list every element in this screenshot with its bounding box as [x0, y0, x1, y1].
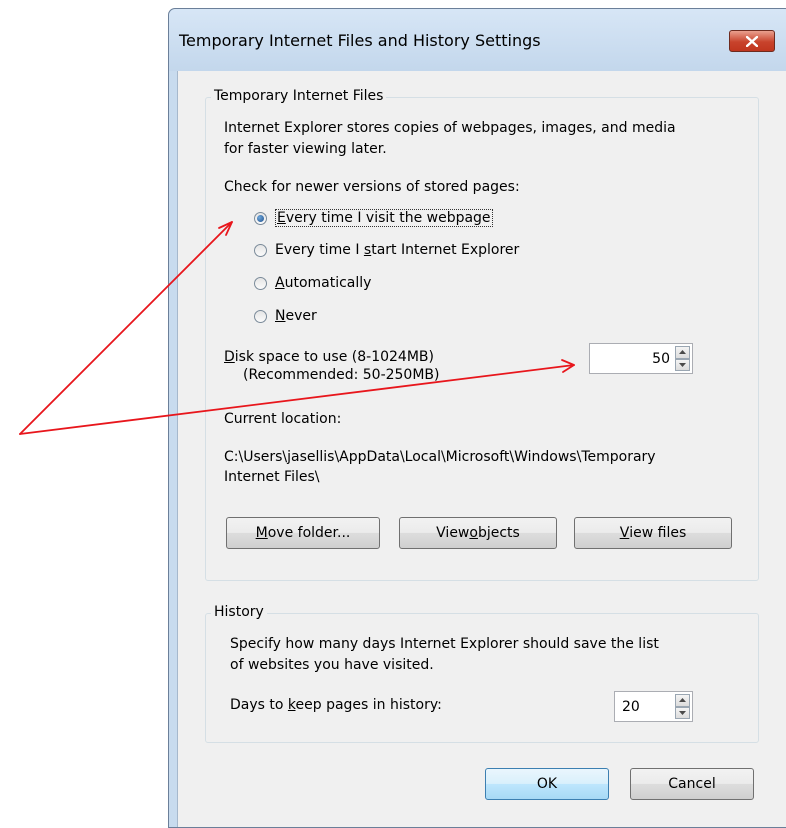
label-text: Days to	[230, 697, 288, 713]
disk-space-spinner[interactable]: 50	[589, 343, 693, 374]
move-folder-button[interactable]: Move folder...	[226, 517, 380, 549]
accel-key: V	[619, 525, 630, 541]
spin-down-button[interactable]	[675, 358, 690, 371]
accel-key: A	[275, 275, 285, 291]
button-label: View	[436, 525, 470, 541]
spin-up-button[interactable]	[675, 346, 690, 359]
accel-key: k	[287, 697, 296, 713]
dialog-title: Temporary Internet Files and History Set…	[179, 31, 541, 50]
triangle-down-icon	[679, 710, 686, 715]
current-location-line2: Internet Files\	[224, 469, 320, 485]
radio-never[interactable]: Never	[254, 308, 317, 324]
triangle-up-icon	[679, 698, 686, 703]
check-versions-label: Check for newer versions of stored pages…	[224, 179, 520, 195]
temp-files-legend: Temporary Internet Files	[211, 88, 387, 104]
view-objects-button[interactable]: View o bjects	[399, 517, 557, 549]
button-label: bjects	[477, 525, 520, 541]
accel-key: E	[277, 210, 286, 226]
dialog-body: Temporary Internet Files Internet Explor…	[177, 71, 786, 827]
title-bar[interactable]: Temporary Internet Files and History Set…	[169, 9, 786, 71]
radio-indicator[interactable]	[254, 309, 267, 323]
label-text: ever	[285, 308, 317, 324]
label-text: eep pages in history:	[295, 697, 442, 713]
temp-files-description-line2: for faster viewing later.	[224, 141, 387, 157]
cancel-button[interactable]: Cancel	[630, 768, 754, 800]
radio-indicator[interactable]	[254, 276, 267, 290]
days-history-label: Days to keep pages in history:	[230, 697, 442, 713]
radio-indicator[interactable]	[254, 243, 267, 257]
history-legend: History	[211, 604, 267, 620]
view-files-button[interactable]: View files	[574, 517, 732, 549]
accel-key: D	[224, 349, 235, 365]
radio-every-visit[interactable]: Every time I visit the webpage	[254, 209, 493, 227]
spin-up-button[interactable]	[675, 694, 690, 707]
days-history-value[interactable]: 20	[622, 692, 640, 721]
history-description-line2: of websites you have visited.	[230, 657, 434, 673]
settings-dialog: Temporary Internet Files and History Set…	[168, 8, 786, 828]
triangle-up-icon	[679, 350, 686, 355]
radio-automatically-label: Automatically	[275, 275, 371, 291]
ok-button[interactable]: OK	[485, 768, 609, 800]
radio-every-start-label: Every time I start Internet Explorer	[275, 242, 519, 258]
accel-key: o	[469, 525, 478, 541]
label-text: very time I visit the webpage	[285, 210, 491, 226]
label-text: tart Internet Explorer	[371, 242, 520, 258]
days-history-spinner[interactable]: 20	[614, 691, 693, 722]
triangle-down-icon	[679, 362, 686, 367]
temp-files-group: Temporary Internet Files Internet Explor…	[205, 88, 759, 581]
history-group: History Specify how many days Internet E…	[205, 604, 759, 743]
label-text: Every time I	[275, 242, 364, 258]
radio-every-visit-label: Every time I visit the webpage	[275, 209, 493, 227]
accel-key: M	[255, 525, 268, 541]
radio-never-label: Never	[275, 308, 317, 324]
current-location-line1: C:\Users\jasellis\AppData\Local\Microsof…	[224, 449, 656, 465]
label-text: isk space to use (8-1024MB)	[234, 349, 434, 365]
current-location-label: Current location:	[224, 411, 342, 427]
accel-key: N	[275, 308, 286, 324]
days-history-spin-buttons	[675, 694, 690, 719]
button-label: iew files	[629, 525, 687, 541]
radio-automatically[interactable]: Automatically	[254, 275, 371, 291]
temp-files-description-line1: Internet Explorer stores copies of webpa…	[224, 120, 676, 136]
spin-down-button[interactable]	[675, 706, 690, 719]
history-description-line1: Specify how many days Internet Explorer …	[230, 636, 659, 652]
radio-every-start[interactable]: Every time I start Internet Explorer	[254, 242, 519, 258]
disk-space-value[interactable]: 50	[652, 344, 670, 373]
close-icon	[746, 35, 758, 47]
disk-space-label: Disk space to use (8-1024MB)	[224, 349, 434, 365]
close-button[interactable]	[729, 30, 775, 52]
disk-space-recommended: (Recommended: 50-250MB)	[243, 367, 440, 383]
disk-space-spin-buttons	[675, 346, 690, 371]
radio-indicator-checked[interactable]	[254, 211, 267, 225]
label-text: utomatically	[284, 275, 372, 291]
button-label: ove folder...	[267, 525, 351, 541]
